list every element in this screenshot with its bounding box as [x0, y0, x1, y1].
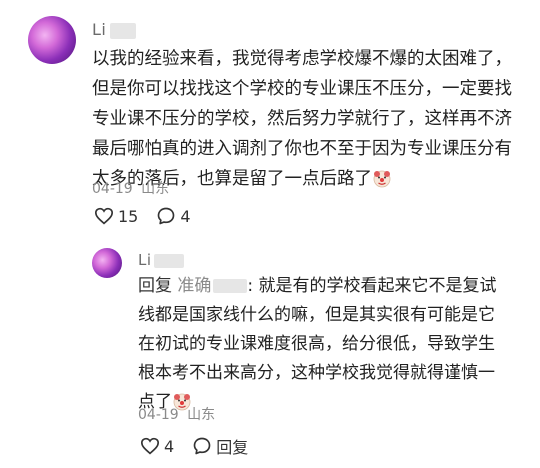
reply-button[interactable]: 回复 [192, 434, 248, 458]
comment-button[interactable]: 4 [156, 206, 191, 226]
reply-line-text: : 就是有的学校看起来它不是复试 [247, 276, 497, 296]
reply-location: 山东 [187, 407, 216, 423]
clown-face-icon [373, 170, 391, 188]
reply-line: 回复 准确 : 就是有的学校看起来它不是复试 [138, 272, 497, 301]
reply-to-user[interactable]: 准确 [177, 276, 211, 296]
reply-label: 回复 [216, 438, 249, 457]
reply-avatar[interactable] [92, 248, 122, 278]
comment-date: 04-19 [92, 181, 133, 197]
comment-body: 以我的经验来看，我觉得考虑学校爆不爆的太困难了， 但是你可以找找这个学校的专业课… [92, 44, 512, 194]
like-button[interactable]: 15 [94, 207, 138, 226]
avatar[interactable] [28, 16, 76, 64]
username-text[interactable]: Li [92, 20, 106, 39]
comment-username[interactable]: Li [92, 20, 137, 39]
heart-outline-icon [140, 437, 160, 455]
comment-line: 最后哪怕真的进入调剂了你也不至于因为专业课压分有 [92, 139, 512, 159]
comment-line: 以我的经验来看，我觉得考虑学校爆不爆的太困难了， [92, 49, 512, 69]
comment-location: 山东 [141, 181, 170, 197]
comment-line: 专业课不压分的学校，然后努力学就行了，这样再不济 [92, 109, 512, 129]
reply-username[interactable]: Li [138, 251, 184, 269]
reply-username-blur [153, 253, 184, 268]
reply-meta: 04-19 山东 [138, 404, 215, 424]
reply-to-blur [213, 279, 248, 293]
like-button[interactable]: 4 [140, 437, 174, 456]
reply-actions: 4 回复 [140, 434, 266, 458]
speech-bubble-icon [193, 437, 211, 455]
like-count: 4 [164, 436, 175, 456]
reply-date: 04-19 [138, 407, 179, 423]
reply-prefix: 回复 [138, 276, 172, 296]
comment-actions: 15 4 [94, 206, 209, 226]
comment-line: 但是你可以找找这个学校的专业课压不压分，一定要找 [92, 79, 512, 99]
reply-line: 线都是国家线什么的嘛，但是其实很有可能是它 [138, 305, 495, 325]
username-blur [110, 22, 137, 39]
reply-line: 根本考不出来高分，这种学校我觉得就得谨慎一 [138, 363, 495, 383]
comment-meta: 04-19 山东 [92, 178, 169, 198]
speech-bubble-icon [158, 207, 175, 225]
reply-count: 4 [180, 206, 191, 226]
reply-username-text[interactable]: Li [138, 251, 152, 269]
heart-outline-icon [94, 207, 114, 225]
reply-line: 在初试的专业课难度很高，给分很低，导致学生 [138, 334, 495, 354]
like-count: 15 [118, 206, 139, 226]
reply-body: 回复 准确 : 就是有的学校看起来它不是复试 线都是国家线什么的嘛，但是其实很有可… [138, 272, 497, 417]
